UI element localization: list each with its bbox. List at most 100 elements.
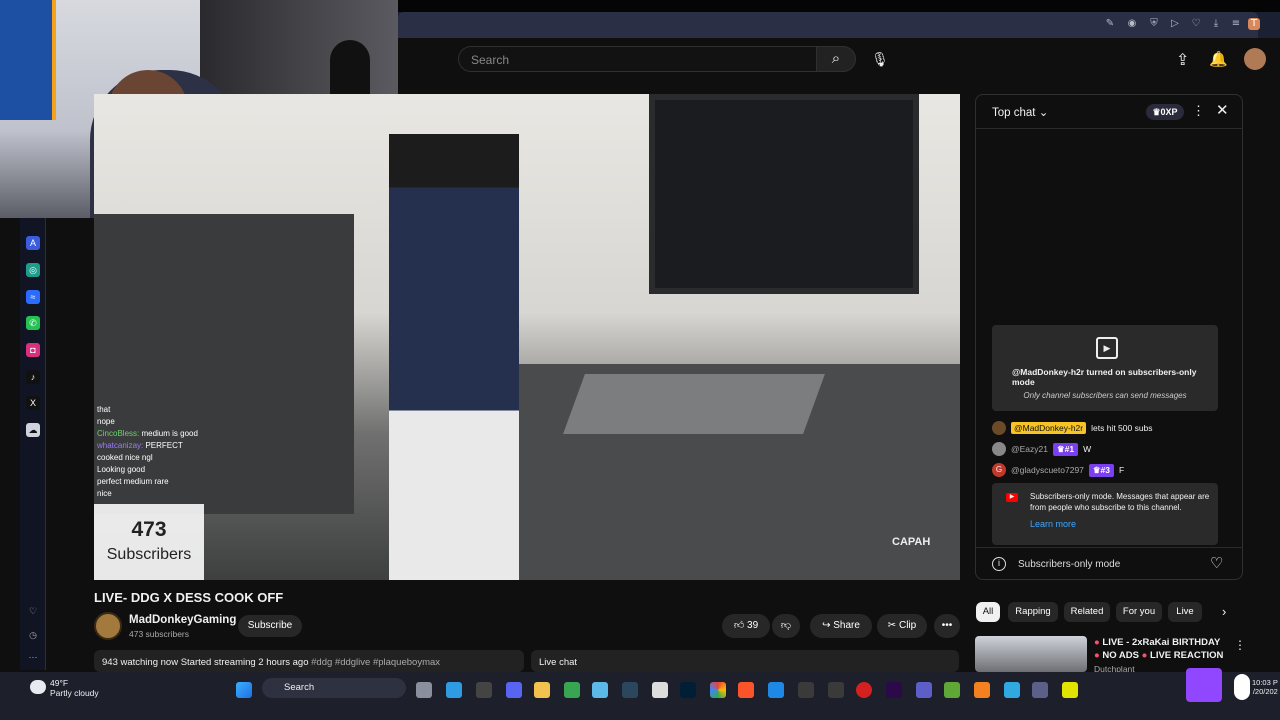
messenger-icon[interactable]: ≈: [26, 290, 40, 304]
opera-icon[interactable]: [856, 682, 872, 698]
search-input[interactable]: Search: [458, 46, 816, 72]
channel-avatar[interactable]: [94, 612, 122, 640]
taskbar-search[interactable]: Search: [262, 678, 406, 698]
reco-line2: NO ADS: [1102, 650, 1139, 661]
app-icon[interactable]: [828, 682, 844, 698]
history-icon[interactable]: ◷: [26, 628, 40, 642]
chip-for-you[interactable]: For you: [1116, 602, 1162, 622]
recommended-thumbnail[interactable]: [975, 636, 1087, 672]
live-dot-icon: ●: [1094, 637, 1100, 648]
app-icon[interactable]: [592, 682, 608, 698]
windows-start-icon[interactable]: [236, 682, 252, 698]
channel-name[interactable]: MadDonkeyGaming: [129, 614, 236, 626]
app-icon[interactable]: [564, 682, 580, 698]
app-icon[interactable]: [1004, 682, 1020, 698]
tiktok-icon[interactable]: ♪: [26, 370, 40, 384]
overlay-chat-line: perfect medium rare: [97, 476, 251, 488]
weather-temp: 49°F: [50, 678, 69, 688]
more-icon[interactable]: ⋯: [26, 650, 40, 664]
edge-icon[interactable]: [768, 682, 784, 698]
bell-icon[interactable]: 🔔: [1209, 50, 1228, 68]
chat-author[interactable]: @MadDonkey-h2r: [1011, 422, 1087, 434]
like-count: 39: [747, 620, 759, 631]
obs-icon[interactable]: [652, 682, 668, 698]
heart-icon[interactable]: ♡: [1190, 18, 1202, 30]
discord-icon[interactable]: [506, 682, 522, 698]
profile-icon[interactable]: T: [1248, 18, 1260, 30]
voice-search-button[interactable]: 🎙: [866, 46, 894, 72]
app-icon[interactable]: [1062, 682, 1078, 698]
shield-icon[interactable]: ⛨: [1148, 18, 1160, 30]
overlay-chat-text: nope: [97, 417, 115, 426]
minecraft-icon[interactable]: [944, 682, 960, 698]
clock-time: 10:03 P: [1252, 678, 1278, 687]
xp-badge[interactable]: ♛0XP: [1146, 104, 1184, 120]
windows-taskbar: 49°F Partly cloudy Search 10:03 P /20/20…: [0, 668, 1280, 720]
chevron-right-icon[interactable]: ›: [1222, 604, 1226, 619]
learn-more-link[interactable]: Learn more: [1030, 519, 1076, 529]
subscribers-only-mode-label: Subscribers-only mode: [1018, 559, 1121, 570]
heart-icon[interactable]: ♡: [1210, 554, 1223, 572]
info-icon[interactable]: i: [992, 557, 1006, 571]
x-icon[interactable]: X: [26, 396, 40, 410]
chatgpt-icon[interactable]: ◎: [26, 263, 40, 277]
overlay-chat-line: cooked nice ngl: [97, 452, 251, 464]
chat-author[interactable]: @Eazy21: [1011, 444, 1048, 454]
system-clock[interactable]: 10:03 P /20/202: [1252, 678, 1278, 696]
recommended-title[interactable]: ● LIVE - 2xRaKai BIRTHDAY ● NO ADS ● LIV…: [1094, 636, 1234, 662]
more-actions-button[interactable]: •••: [934, 614, 960, 638]
chrome-icon[interactable]: [710, 682, 726, 698]
download-icon[interactable]: ⤓: [1210, 18, 1222, 30]
subscribe-button[interactable]: Subscribe: [238, 615, 302, 637]
share-button[interactable]: ↪ Share: [810, 614, 872, 638]
chip-all[interactable]: All: [976, 602, 1000, 622]
close-icon[interactable]: ✕: [1216, 101, 1229, 119]
reco-line1: LIVE - 2xRaKai BIRTHDAY: [1102, 637, 1221, 648]
chip-related[interactable]: Related: [1064, 602, 1110, 622]
search-icon: ⌕: [831, 50, 841, 67]
channel-subscribers: 473 subscribers: [129, 629, 190, 639]
like-button[interactable]: 👍︎ 39: [722, 614, 770, 638]
stream-stats: 943 watching now Started streaming 2 hou…: [102, 657, 309, 668]
app-icon[interactable]: [1032, 682, 1048, 698]
overlay-chat-line: that: [97, 404, 251, 416]
chip-rapping[interactable]: Rapping: [1008, 602, 1058, 622]
heart-icon[interactable]: ♡: [26, 604, 40, 618]
camera-icon[interactable]: ◉: [1126, 18, 1138, 30]
file-explorer-icon[interactable]: [534, 682, 550, 698]
chat-author[interactable]: @gladyscueto7297: [1011, 465, 1084, 475]
edit-icon[interactable]: ✎: [1104, 18, 1116, 30]
teams-icon[interactable]: [916, 682, 932, 698]
kebab-icon[interactable]: ⋮: [1234, 638, 1246, 652]
steam-icon[interactable]: [622, 682, 638, 698]
upload-icon[interactable]: ⇪: [1176, 50, 1189, 70]
brave-icon[interactable]: [738, 682, 754, 698]
weather-widget[interactable]: 49°F Partly cloudy: [50, 678, 99, 698]
search-button[interactable]: ⌕: [816, 46, 856, 72]
copilot-icon[interactable]: [446, 682, 462, 698]
task-view-icon[interactable]: [416, 682, 432, 698]
live-chat-replay-box[interactable]: Live chat: [531, 650, 959, 672]
menu-icon[interactable]: ≡: [1230, 18, 1242, 30]
app-icon[interactable]: [974, 682, 990, 698]
whatsapp-icon[interactable]: ✆: [26, 316, 40, 330]
overlay-chat-text: Looking good: [97, 465, 146, 474]
play-icon[interactable]: ▷: [1169, 18, 1181, 30]
chat-options-icon[interactable]: ⋮: [1192, 103, 1205, 119]
photoshop-icon[interactable]: [680, 682, 696, 698]
chip-live[interactable]: Live: [1168, 602, 1202, 622]
overlay-chat-line: whatcanizay: PERFECT: [97, 440, 251, 452]
app-icon[interactable]: A: [26, 236, 40, 250]
premiere-icon[interactable]: [886, 682, 902, 698]
clip-button[interactable]: ✂ Clip: [877, 614, 927, 638]
app-icon[interactable]: [476, 682, 492, 698]
hashtags[interactable]: #ddg #ddglive #plaqueboymax: [311, 657, 440, 668]
avatar[interactable]: [1244, 48, 1266, 70]
app-icon[interactable]: [798, 682, 814, 698]
dislike-button[interactable]: 👎︎: [772, 614, 800, 638]
description-box[interactable]: 943 watching now Started streaming 2 hou…: [94, 650, 524, 672]
video-player[interactable]: that nope CincoBless: medium is good whatca…: [94, 94, 960, 580]
cloud-icon[interactable]: ☁: [26, 423, 40, 437]
top-chat-dropdown[interactable]: Top chat ⌄: [992, 105, 1048, 119]
instagram-icon[interactable]: ◘: [26, 343, 40, 357]
